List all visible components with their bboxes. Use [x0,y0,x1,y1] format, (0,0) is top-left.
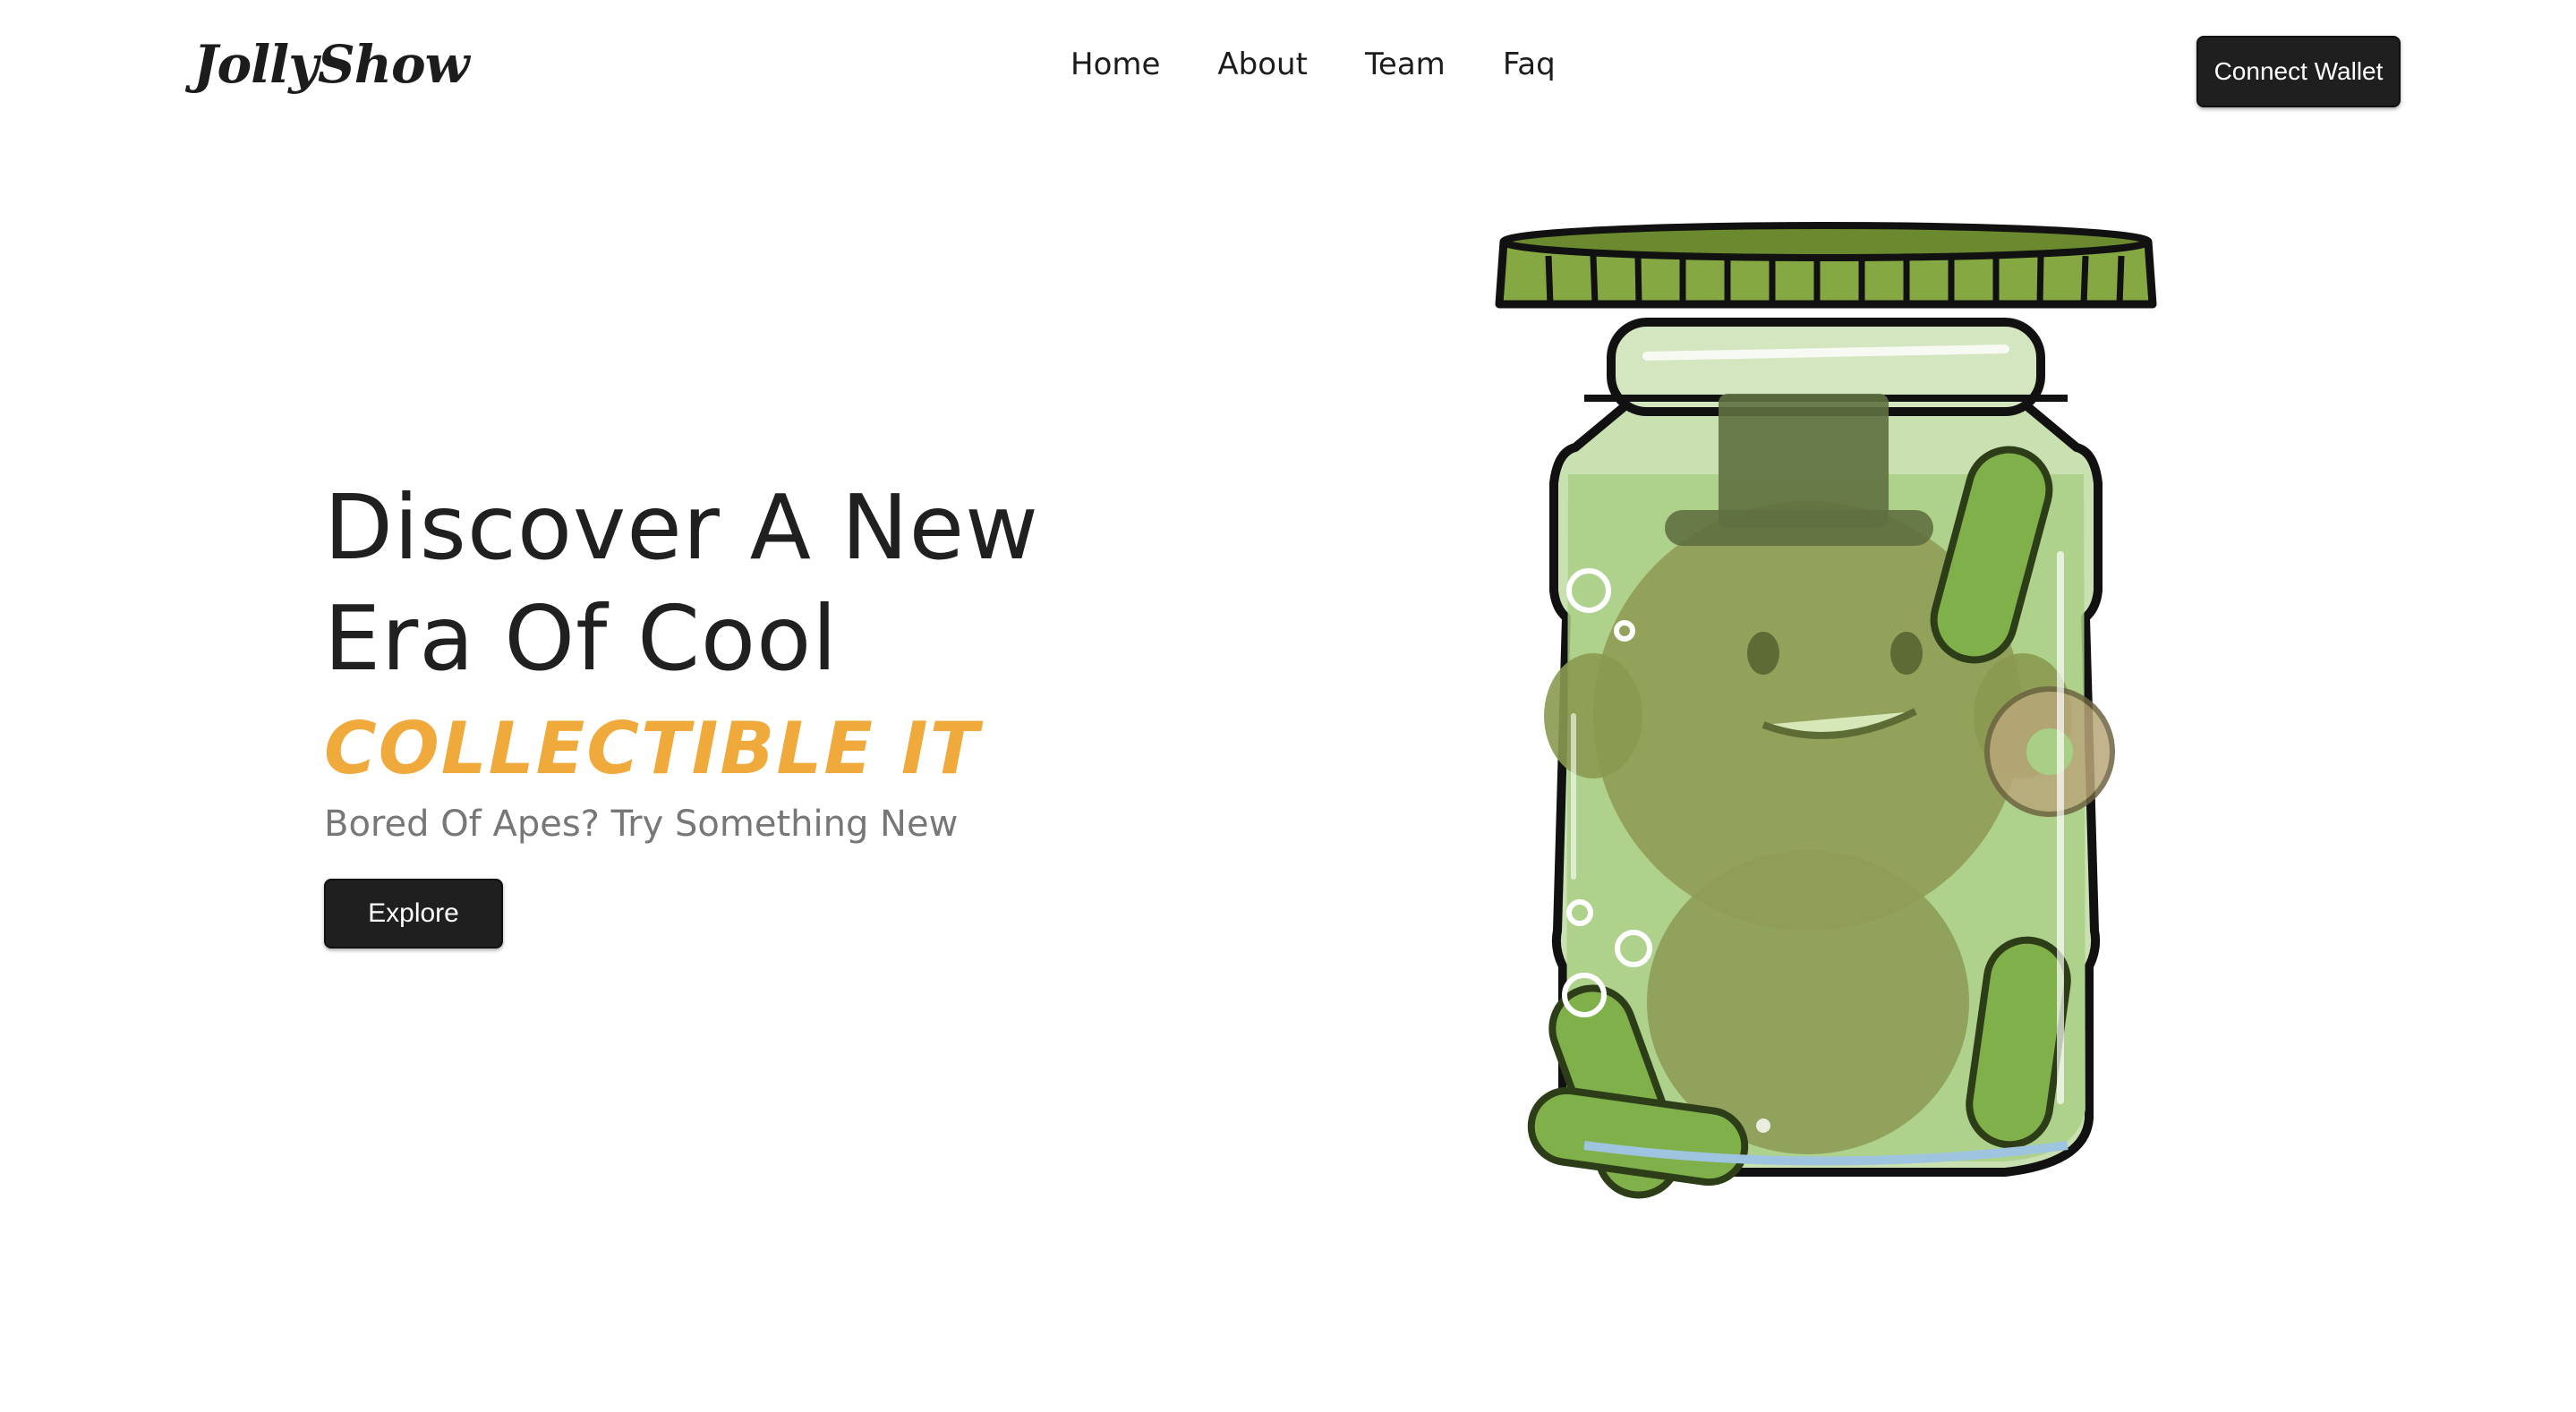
explore-button[interactable]: Explore [324,879,503,948]
pickle-jar-illustration [1468,215,2184,1199]
nav-link-team[interactable]: Team [1365,47,1446,82]
landing-page: JollyShow Home About Team Faq Connect Wa… [0,0,2576,1412]
nav-link-about[interactable]: About [1217,47,1308,82]
hero-accent-text: COLLECTIBLE IT [324,707,981,790]
hero-subtitle: Bored Of Apes? Try Something New [324,804,959,845]
nav-link-home[interactable]: Home [1070,47,1160,82]
nav-link-faq[interactable]: Faq [1503,47,1556,82]
hero-title: Discover A New Era Of Cool [324,472,1039,694]
connect-wallet-button[interactable]: Connect Wallet [2196,36,2401,107]
hero-title-line-1: Discover A New [324,475,1039,580]
site-logo[interactable]: JollyShow [193,34,470,95]
hero-title-line-2: Era Of Cool [324,586,839,691]
main-nav: Home About Team Faq [1070,47,1613,82]
